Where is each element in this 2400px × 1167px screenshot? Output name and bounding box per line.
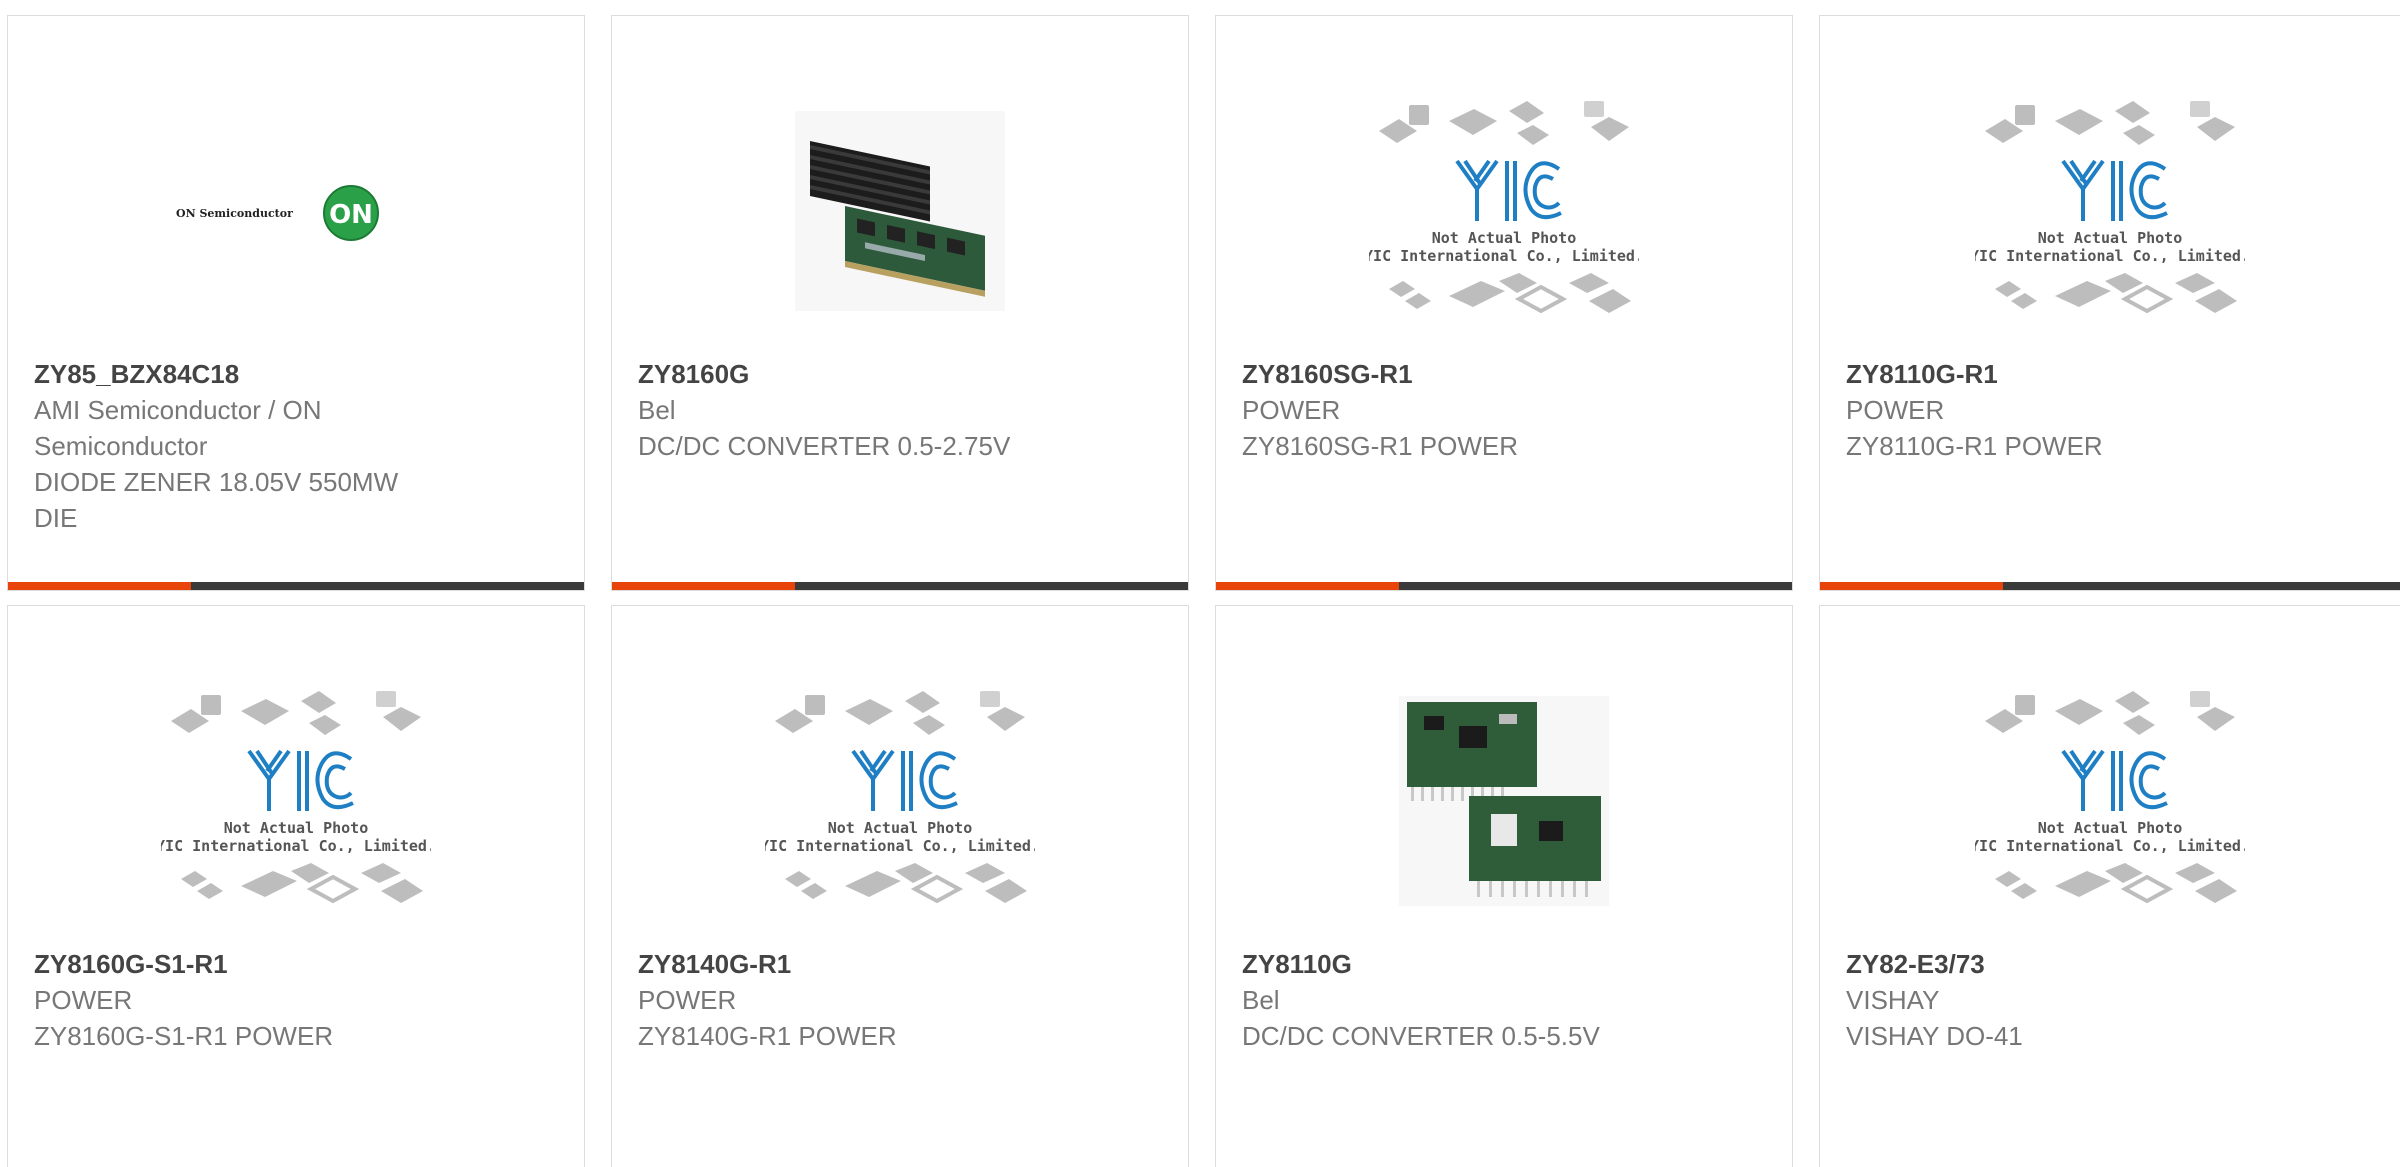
- svg-text:Not Actual Photo: Not Actual Photo: [2038, 229, 2183, 247]
- part-number[interactable]: ZY8110G: [1242, 946, 1766, 982]
- product-info: ZY8140G-R1 POWER ZY8140G-R1 POWER: [638, 946, 1162, 1054]
- product-card[interactable]: ZY8160G Bel DC/DC CONVERTER 0.5-2.75V: [611, 15, 1189, 591]
- yic-placeholder-image: Not Actual Photo YIC International Co., …: [1975, 691, 2245, 904]
- part-number[interactable]: ZY8160SG-R1: [1242, 356, 1766, 392]
- svg-text:Not Actual Photo: Not Actual Photo: [224, 819, 369, 837]
- product-grid: ON Semiconductor ON ZY85_BZX84C18 AMI Se…: [0, 0, 2400, 1167]
- card-accent: [8, 582, 191, 590]
- description: DC/DC CONVERTER 0.5-5.5V: [1242, 1021, 1600, 1051]
- part-number[interactable]: ZY8110G-R1: [1846, 356, 2374, 392]
- manufacturer: VISHAY: [1846, 985, 1940, 1015]
- card-bottom-bar: [8, 582, 584, 590]
- part-number[interactable]: ZY85_BZX84C18: [34, 356, 558, 392]
- svg-text:ON: ON: [329, 200, 373, 230]
- card-accent: [612, 582, 795, 590]
- manufacturer: Bel: [638, 395, 676, 425]
- manufacturer-cont: Semiconductor: [34, 431, 208, 461]
- product-card[interactable]: Not Actual Photo YIC International Co., …: [611, 605, 1189, 1167]
- svg-text:YIC International Co., Limited: YIC International Co., Limited.: [1369, 247, 1639, 265]
- yic-placeholder-image: Not Actual Photo YIC International Co., …: [765, 691, 1035, 904]
- on-semiconductor-logo: ON Semiconductor ON: [176, 185, 379, 241]
- description: ZY8110G-R1 POWER: [1846, 431, 2103, 461]
- product-image[interactable]: Not Actual Photo YIC International Co., …: [1820, 86, 2400, 336]
- card-bottom-bar: [612, 582, 1188, 590]
- manufacturer: POWER: [1242, 395, 1341, 425]
- svg-text:YIC International Co., Limited: YIC International Co., Limited.: [161, 837, 431, 855]
- pcb-module-photo: [1399, 696, 1609, 906]
- part-number[interactable]: ZY8160G-S1-R1: [34, 946, 558, 982]
- description: ZY8160SG-R1 POWER: [1242, 431, 1518, 461]
- yic-placeholder-image: Not Actual Photo YIC International Co., …: [1369, 101, 1639, 314]
- description: ZY8160G-S1-R1 POWER: [34, 1021, 334, 1051]
- manufacturer: POWER: [638, 985, 737, 1015]
- product-image[interactable]: ON Semiconductor ON: [8, 86, 584, 336]
- part-number[interactable]: ZY8160G: [638, 356, 1162, 392]
- product-card[interactable]: Not Actual Photo YIC International Co., …: [1215, 15, 1793, 591]
- product-info: ZY85_BZX84C18 AMI Semiconductor / ON Sem…: [34, 356, 558, 536]
- svg-text:YIC International Co., Limited: YIC International Co., Limited.: [765, 837, 1035, 855]
- product-card[interactable]: Not Actual Photo YIC International Co., …: [7, 605, 585, 1167]
- description: DC/DC CONVERTER 0.5-2.75V: [638, 431, 1011, 461]
- svg-text:Not Actual Photo: Not Actual Photo: [2038, 819, 2183, 837]
- product-info: ZY8160G Bel DC/DC CONVERTER 0.5-2.75V: [638, 356, 1162, 464]
- product-card[interactable]: ON Semiconductor ON ZY85_BZX84C18 AMI Se…: [7, 15, 585, 591]
- card-accent: [1216, 582, 1399, 590]
- dc-dc-module-photo: [795, 111, 1005, 311]
- card-bottom-bar: [1820, 582, 2400, 590]
- product-info: ZY8160G-S1-R1 POWER ZY8160G-S1-R1 POWER: [34, 946, 558, 1054]
- manufacturer: AMI Semiconductor / ON: [34, 395, 322, 425]
- product-info: ZY8160SG-R1 POWER ZY8160SG-R1 POWER: [1242, 356, 1766, 464]
- manufacturer: POWER: [34, 985, 133, 1015]
- product-image[interactable]: [1216, 676, 1792, 926]
- product-card[interactable]: Not Actual Photo YIC International Co., …: [1819, 15, 2400, 591]
- description: DIODE ZENER 18.05V 550MW: [34, 467, 399, 497]
- description: ZY8140G-R1 POWER: [638, 1021, 897, 1051]
- product-info: ZY82-E3/73 VISHAY VISHAY DO-41: [1846, 946, 2374, 1054]
- svg-text:ON Semiconductor: ON Semiconductor: [176, 207, 293, 220]
- card-bottom-bar: [1216, 582, 1792, 590]
- manufacturer: POWER: [1846, 395, 1945, 425]
- svg-text:YIC International Co., Limited: YIC International Co., Limited.: [1975, 837, 2245, 855]
- product-image[interactable]: Not Actual Photo YIC International Co., …: [1216, 86, 1792, 336]
- product-card[interactable]: Not Actual Photo YIC International Co., …: [1819, 605, 2400, 1167]
- product-image[interactable]: Not Actual Photo YIC International Co., …: [8, 676, 584, 926]
- product-image[interactable]: Not Actual Photo YIC International Co., …: [1820, 676, 2400, 926]
- product-image[interactable]: Not Actual Photo YIC International Co., …: [612, 676, 1188, 926]
- product-card[interactable]: ZY8110G Bel DC/DC CONVERTER 0.5-5.5V: [1215, 605, 1793, 1167]
- product-info: ZY8110G-R1 POWER ZY8110G-R1 POWER: [1846, 356, 2374, 464]
- product-image[interactable]: [612, 86, 1188, 336]
- svg-text:Not Actual Photo: Not Actual Photo: [1432, 229, 1577, 247]
- description: VISHAY DO-41: [1846, 1021, 2023, 1051]
- product-info: ZY8110G Bel DC/DC CONVERTER 0.5-5.5V: [1242, 946, 1766, 1054]
- description-cont: DIE: [34, 503, 78, 533]
- yic-placeholder-image: Not Actual Photo YIC International Co., …: [161, 691, 431, 904]
- card-accent: [1820, 582, 2003, 590]
- yic-placeholder-image: Not Actual Photo YIC International Co., …: [1975, 101, 2245, 314]
- part-number[interactable]: ZY8140G-R1: [638, 946, 1162, 982]
- svg-text:Not Actual Photo: Not Actual Photo: [828, 819, 973, 837]
- part-number[interactable]: ZY82-E3/73: [1846, 946, 2374, 982]
- svg-text:YIC International Co., Limited: YIC International Co., Limited.: [1975, 247, 2245, 265]
- manufacturer: Bel: [1242, 985, 1280, 1015]
